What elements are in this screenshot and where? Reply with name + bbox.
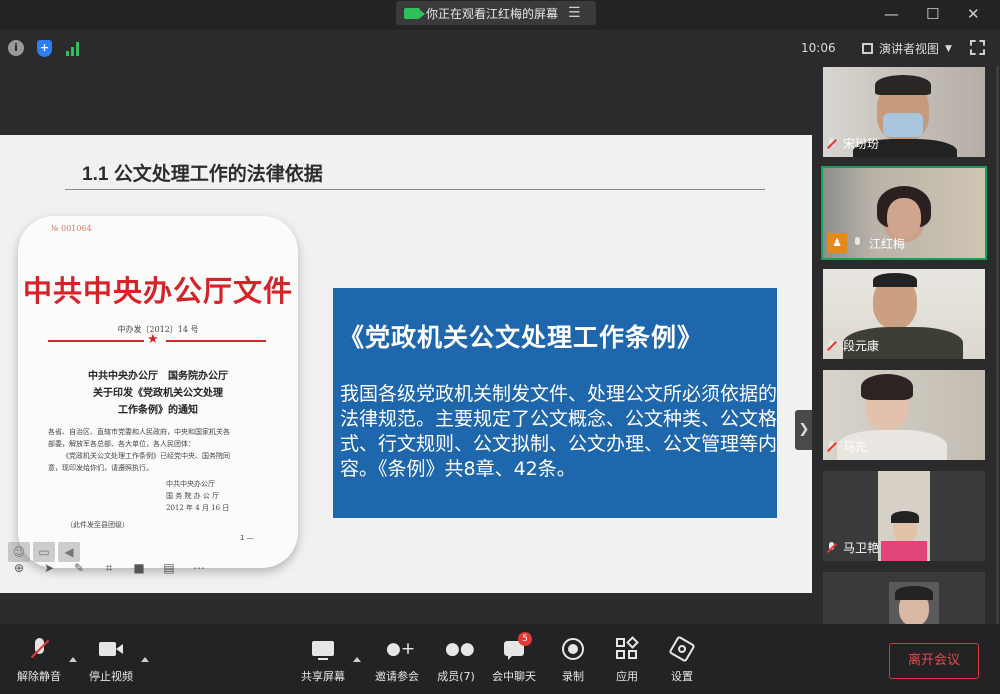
share-screen-button[interactable]: 共享屏幕 bbox=[300, 638, 346, 684]
callout-heading: 《党政机关公文处理工作条例》 bbox=[339, 323, 704, 352]
apps-button[interactable]: 应用 bbox=[613, 636, 641, 684]
settings-button[interactable]: 设置 bbox=[668, 635, 696, 684]
meeting-window: 你正在观看江红梅的屏幕 ☰ — ☐ ✕ i + 10:06 演讲者视图 ▼ 1.… bbox=[0, 0, 1000, 694]
participant-tile[interactable]: 段元康 bbox=[823, 269, 985, 359]
share-status-text: 你正在观看江红梅的屏幕 bbox=[426, 6, 559, 21]
title-bar: 你正在观看江红梅的屏幕 ☰ — ☐ ✕ bbox=[0, 0, 1000, 30]
chat-button[interactable]: 5 会中聊天 bbox=[490, 632, 538, 684]
video-camera-icon bbox=[404, 7, 425, 19]
meeting-clock: 10:06 bbox=[801, 41, 836, 55]
mic-muted-icon bbox=[30, 638, 50, 662]
menu-icon[interactable]: ☰ bbox=[568, 5, 581, 21]
layout-icon bbox=[862, 43, 873, 54]
red-star-icon: ★ bbox=[147, 332, 159, 347]
chevron-down-icon: ▼ bbox=[945, 43, 952, 54]
participants-panel: 宋玢玢 ♟ 江红梅 段元康 马先 马卫艳 bbox=[812, 66, 1000, 624]
video-options-caret[interactable] bbox=[141, 657, 149, 662]
collapse-left-icon[interactable]: ◀ bbox=[58, 542, 80, 562]
members-icon: ●● bbox=[445, 639, 475, 659]
add-user-icon: ●+ bbox=[386, 639, 416, 659]
leave-meeting-button[interactable]: 离开会议 bbox=[889, 643, 979, 679]
document-serial: № 001064 bbox=[51, 224, 92, 233]
slide-title: 1.1 公文处理工作的法律依据 bbox=[82, 164, 323, 185]
chat-unread-badge: 5 bbox=[518, 632, 532, 646]
screen-share-status[interactable]: 你正在观看江红梅的屏幕 ☰ bbox=[396, 1, 596, 25]
speaker-view-dropdown[interactable]: 演讲者视图 ▼ bbox=[862, 40, 952, 57]
red-rule-right bbox=[166, 340, 266, 342]
view-mode-label: 演讲者视图 bbox=[879, 42, 940, 56]
share-options-caret[interactable] bbox=[353, 657, 361, 662]
title-divider bbox=[65, 189, 765, 190]
audio-options-caret[interactable] bbox=[69, 657, 77, 662]
mic-muted-icon bbox=[827, 339, 837, 352]
apps-icon bbox=[616, 636, 639, 662]
pen-icon[interactable]: ✎ bbox=[72, 561, 86, 575]
participant-tile[interactable]: ♟ 江红梅 bbox=[821, 166, 987, 260]
mic-icon bbox=[853, 237, 863, 249]
security-shield-icon[interactable]: + bbox=[37, 40, 52, 57]
document-image: № 001064 中共中央办公厅文件 中办发〔2012〕14 号 ★ 中共中央办… bbox=[18, 216, 298, 568]
mic-muted-icon bbox=[827, 440, 837, 453]
more-icon[interactable]: ⋯ bbox=[192, 561, 206, 575]
emoji-icon[interactable]: ☺ bbox=[8, 542, 30, 562]
subtitle-icon[interactable]: ▤ bbox=[162, 561, 176, 575]
network-signal-icon[interactable] bbox=[66, 40, 82, 56]
mic-muted-icon bbox=[827, 541, 837, 554]
participant-name: 段元康 bbox=[843, 339, 880, 353]
mic-muted-icon bbox=[827, 137, 837, 150]
unmute-button[interactable]: 解除静音 bbox=[16, 638, 62, 684]
camera-icon[interactable]: ■ bbox=[132, 561, 146, 575]
participant-tile[interactable]: 马卫艳 bbox=[823, 471, 985, 561]
stop-video-button[interactable]: 停止视频 bbox=[88, 638, 134, 684]
participant-tile[interactable] bbox=[823, 572, 985, 624]
maximize-button[interactable]: ☐ bbox=[926, 5, 939, 23]
share-screen-icon bbox=[312, 638, 334, 662]
members-button[interactable]: ●● 成员(7) bbox=[436, 638, 476, 684]
participant-tile[interactable]: 马先 bbox=[823, 370, 985, 460]
participant-name: 宋玢玢 bbox=[843, 137, 880, 151]
meeting-toolbar: 解除静音 停止视频 共享屏幕 ●+ 邀请参会 ●● 成员(7) 5 会中聊天 录… bbox=[0, 624, 1000, 694]
document-footer: （此件发至县团级） bbox=[66, 521, 129, 529]
document-red-header: 中共中央办公厅文件 bbox=[22, 274, 293, 308]
gear-icon bbox=[668, 635, 696, 663]
callout-body: 我国各级党政机关制发文件、处理公文所必须依据的法律规范。主要规定了公文概念、公文… bbox=[340, 383, 777, 480]
participant-name: 马卫艳 bbox=[843, 541, 880, 555]
pointer-icon[interactable]: ➤ bbox=[42, 561, 56, 575]
shared-screen: 1.1 公文处理工作的法律依据 № 001064 中共中央办公厅文件 中办发〔2… bbox=[0, 66, 813, 624]
record-button[interactable]: 录制 bbox=[559, 638, 587, 684]
video-camera-icon bbox=[99, 638, 123, 662]
minimize-button[interactable]: — bbox=[884, 5, 899, 23]
regulation-callout: 《党政机关公文处理工作条例》 我国各级党政机关制发文件、处理公文所必须依据的法律… bbox=[333, 288, 777, 518]
collapse-panel-button[interactable]: ❯ bbox=[795, 410, 813, 450]
participant-name: 马先 bbox=[843, 440, 868, 454]
annotation-tools: ⊕ ➤ ✎ ⌗ ■ ▤ ⋯ bbox=[12, 561, 222, 575]
fullscreen-icon[interactable] bbox=[970, 40, 985, 55]
document-signature: 中共中央办公厅 国 务 院 办 公 厅 2012 年 4 月 16 日 bbox=[166, 480, 230, 512]
meeting-info-icon[interactable]: i bbox=[8, 40, 24, 56]
document-title: 中共中央办公厅 国务院办公厅 关于印发《党政机关公文处理 工作条例》的通知 bbox=[88, 371, 228, 416]
close-button[interactable]: ✕ bbox=[967, 5, 980, 23]
red-rule-left bbox=[48, 340, 144, 342]
invite-button[interactable]: ●+ 邀请参会 bbox=[374, 638, 420, 684]
document-body: 各省、自治区、直辖市党委和人民政府，中央和国家机关各 部委，解放军各总部、各大单… bbox=[48, 428, 230, 472]
document-page-number: 1 — bbox=[240, 534, 254, 542]
participant-name: 江红梅 bbox=[869, 236, 906, 251]
chat-icon: 5 bbox=[504, 632, 532, 662]
host-icon: ♟ bbox=[827, 233, 847, 253]
presentation-slide: 1.1 公文处理工作的法律依据 № 001064 中共中央办公厅文件 中办发〔2… bbox=[0, 135, 812, 593]
participant-tile[interactable]: 宋玢玢 bbox=[823, 67, 985, 157]
screenshot-icon[interactable]: ⌗ bbox=[102, 561, 116, 575]
comment-icon[interactable]: ▭ bbox=[33, 542, 55, 562]
info-bar: i + bbox=[0, 30, 1000, 66]
record-icon bbox=[562, 638, 584, 662]
participants-scrollbar[interactable] bbox=[996, 66, 999, 624]
add-icon[interactable]: ⊕ bbox=[12, 561, 26, 575]
